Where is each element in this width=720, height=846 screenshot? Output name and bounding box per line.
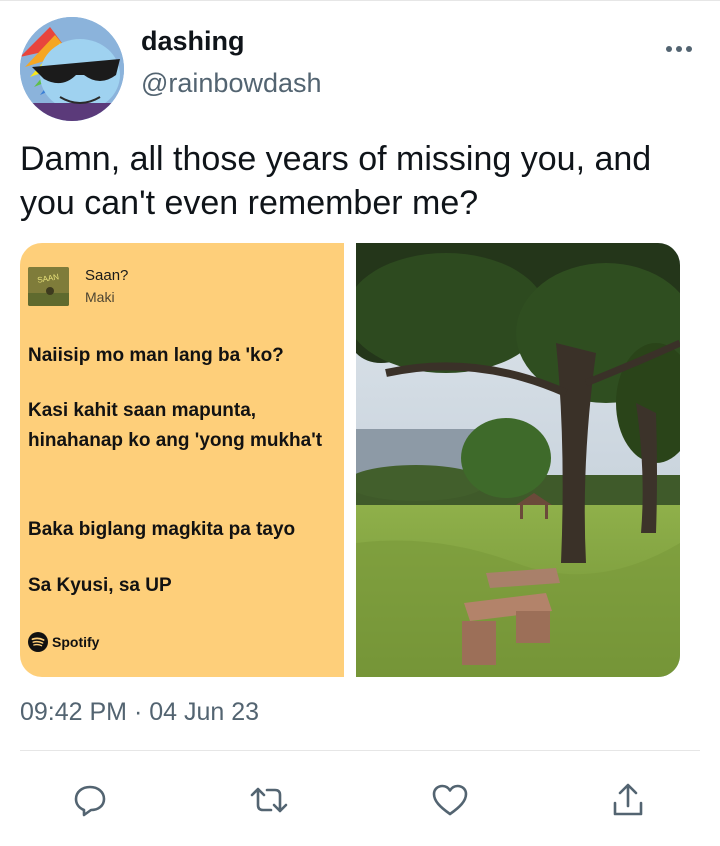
like-button[interactable] <box>428 778 472 822</box>
album-art: SAAN <box>28 267 69 306</box>
lyric-line: Baka biglang magkita pa tayo <box>28 519 296 540</box>
spotify-brand: Spotify <box>28 630 99 654</box>
avatar[interactable] <box>20 17 124 121</box>
more-icon <box>666 46 692 52</box>
like-icon <box>432 784 468 816</box>
lyric-line: Sa Kyusi, sa UP <box>28 575 172 596</box>
park-photo[interactable] <box>346 243 680 677</box>
song-title: Saan? <box>85 267 129 284</box>
song-artist: Maki <box>85 289 115 305</box>
spotify-icon <box>28 632 48 652</box>
retweet-icon <box>250 787 288 813</box>
display-name[interactable]: dashing <box>141 26 245 57</box>
user-handle[interactable]: @rainbowdash <box>141 68 322 99</box>
more-options-button[interactable] <box>664 37 694 61</box>
tweet-text: Damn, all those years of missing you, an… <box>20 140 652 222</box>
lyric-line: Kasi kahit saan mapunta, hinahanap ko an… <box>28 400 323 451</box>
reply-icon <box>74 785 106 817</box>
share-button[interactable] <box>606 778 650 822</box>
reply-button[interactable] <box>68 778 112 822</box>
lyric-card[interactable]: SAAN Saan? Maki Naiisip mo man lang ba '… <box>20 243 344 677</box>
actions-divider <box>20 750 700 751</box>
tweet-timestamp[interactable]: 09:42 PM · 04 Jun 23 <box>20 698 259 727</box>
retweet-button[interactable] <box>247 778 291 822</box>
top-divider <box>0 0 720 1</box>
lyric-line: Naiisip mo man lang ba 'ko? <box>28 345 284 366</box>
share-icon <box>613 783 643 816</box>
spotify-label: Spotify <box>52 634 100 650</box>
tweet-media[interactable]: SAAN Saan? Maki Naiisip mo man lang ba '… <box>20 243 680 677</box>
